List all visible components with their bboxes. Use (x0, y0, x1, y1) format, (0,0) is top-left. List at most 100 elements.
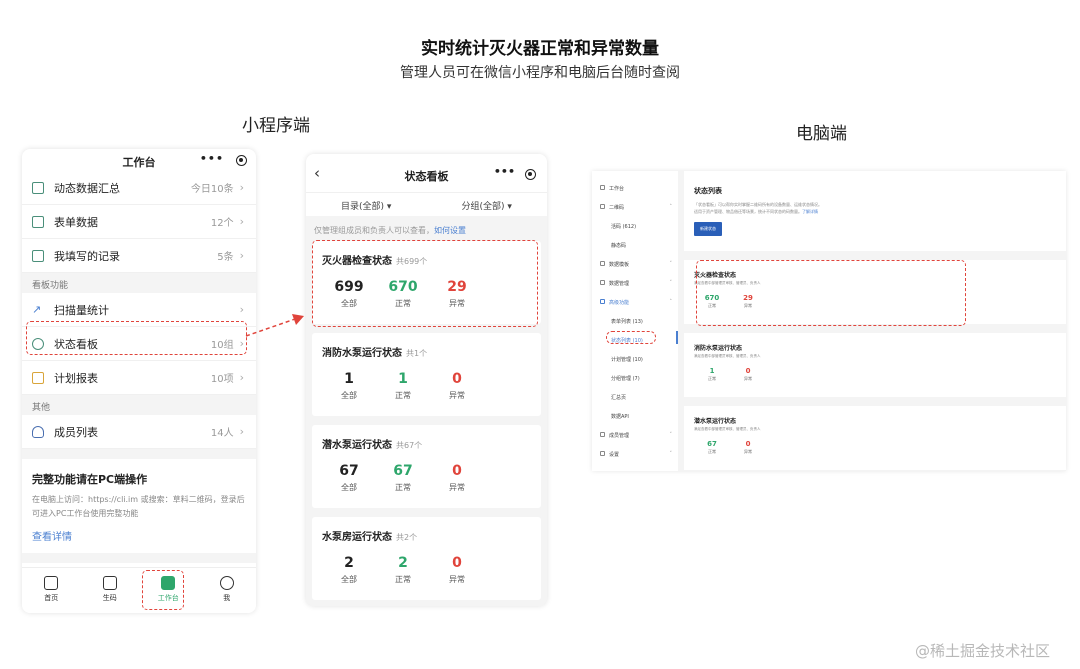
stat-normal: 67 (707, 440, 717, 448)
watermark: @稀土掘金技术社区 (915, 642, 1051, 660)
status-list-header: 状态列表 「状态看板」可以帮你实时掌握二维码所有的设备数量、运维状态情况。 适用… (684, 171, 1066, 251)
page: 实时统计灭火器正常和异常数量 管理人员可在微信小程序和电脑后台随时查阅 小程序端… (0, 0, 1080, 669)
new-status-button[interactable]: 新建状态 (694, 222, 722, 236)
card-count: 共2个 (396, 533, 418, 542)
sidebar-label: 静态码 (611, 243, 627, 249)
sidebar-item[interactable]: 设置 ˅ (592, 445, 678, 464)
tab-generate[interactable]: 生码 (81, 568, 140, 613)
status-list-desc: 「状态看板」可以帮你实时掌握二维码所有的设备数量、运维状态情况。 适用于资产管理… (694, 201, 1056, 215)
stat-abnormal: 0 (452, 555, 462, 571)
stat-total: 67 (339, 463, 359, 479)
more-icon[interactable]: ••• (200, 152, 224, 165)
stat-label: 异常 (449, 575, 465, 584)
stat-label: 异常 (744, 376, 752, 381)
sidebar-item[interactable]: 计划管理 (10) (592, 350, 678, 369)
notice-text: 仅管理组成员和负责人可以查看， (314, 226, 434, 235)
filter-group[interactable]: 分组(全部) ▾ (427, 193, 548, 216)
status-card[interactable]: 潜水泵运行状态 共67个 67 全部 67 正常 0 异常 (312, 425, 541, 508)
row-my-records[interactable]: 我填写的记录 5条 › (22, 239, 256, 273)
stat-normal: 1 (398, 371, 408, 387)
pc-sidebar: 工作台 二维码 ˄ 活码 (612) 静态码 数据模板 ˅ 数据管理 ˅ 高级功能 ˄ … (592, 171, 678, 471)
status-card[interactable]: 消防水泵运行状态 共1个 1 全部 1 正常 0 异常 (312, 333, 541, 416)
sidebar-item[interactable]: 表单列表 (13) (592, 312, 678, 331)
notice-link[interactable]: 如何设置 (434, 226, 466, 235)
stat-abnormal: 0 (745, 440, 751, 448)
row-label: 动态数据汇总 (54, 181, 120, 195)
card-count: 共67个 (396, 441, 423, 450)
plan-icon (32, 371, 44, 384)
desc-line: 适用于资产管理、物品借还等场景，统计不同状态的码数量。 (694, 209, 802, 214)
phone2-header: ‹ 状态看板 ••• (306, 154, 547, 192)
row-plan-report[interactable]: 计划报表 10项 › (22, 361, 256, 395)
status-list-title: 状态列表 (694, 187, 722, 195)
card-title: 潜水泵运行状态 共67个 (322, 436, 531, 451)
sidebar-item[interactable]: 汇总页 (592, 388, 678, 407)
filter-directory[interactable]: 目录(全部) ▾ (306, 193, 427, 216)
sidebar-item[interactable]: 工作台 (592, 179, 678, 198)
sidebar-item[interactable]: 活码 (612) (592, 217, 678, 236)
chevron-icon: ˄ (669, 204, 673, 210)
pc-status-card[interactable]: 潜水泵运行状态 满足查看中部管理员审核、管理员、负责人 67 正常 0 异常 (684, 406, 1066, 470)
page-subtitle: 管理人员可在微信小程序和电脑后台随时查阅 (400, 65, 680, 81)
stat-label: 全部 (341, 483, 357, 492)
row-form-data[interactable]: 表单数据 12个 › (22, 205, 256, 239)
stat-label: 正常 (395, 575, 411, 584)
sidebar-label: 二维码 (609, 205, 625, 211)
sidebar-item[interactable]: 二维码 ˄ (592, 198, 678, 217)
tab-me[interactable]: 我 (198, 568, 257, 613)
card-stats: 67 全部 67 正常 0 异常 (322, 463, 531, 493)
desc-link[interactable]: 了解详情 (802, 209, 818, 214)
sidebar-item[interactable]: 高级功能 ˄ (592, 293, 678, 312)
chevron-icon: ˅ (669, 451, 673, 457)
sidebar-label: 活码 (612) (611, 224, 637, 230)
sidebar-item[interactable]: 静态码 (592, 236, 678, 255)
nav-icon (600, 185, 605, 190)
card-stats: 2 全部 2 正常 0 异常 (322, 555, 531, 585)
active-indicator (676, 331, 678, 344)
stat-label: 正常 (395, 391, 411, 400)
card-desc: 满足查看中部管理员审核、管理员、负责人 (694, 427, 761, 431)
promo-link[interactable]: 查看详情 (32, 528, 246, 543)
close-target-icon[interactable] (525, 169, 536, 180)
phone1-header: 工作台 ••• (22, 149, 256, 171)
stat-normal: 2 (398, 555, 408, 571)
card-title-text: 潜水泵运行状态 (322, 440, 392, 451)
card-title: 消防水泵运行状态 (694, 345, 743, 352)
more-icon[interactable]: ••• (494, 165, 515, 178)
sidebar-item[interactable]: 数据API (592, 407, 678, 426)
pc-promo: 完整功能请在PC端操作 在电脑上访问：https://cli.im 或搜索：草料… (22, 459, 256, 563)
chart-icon (32, 181, 44, 194)
sidebar-item[interactable]: 成员管理 ˅ (592, 426, 678, 445)
promo-text: 在电脑上访问：https://cli.im 或搜索：草料二维码，登录后可进入PC… (32, 495, 245, 518)
status-card[interactable]: 水泵房运行状态 共2个 2 全部 2 正常 0 异常 (312, 517, 541, 600)
filters: 目录(全部) ▾ 分组(全部) ▾ (306, 192, 547, 216)
home-icon (44, 576, 59, 590)
sidebar-item[interactable]: 数据管理 ˅ (592, 274, 678, 293)
row-member-list[interactable]: 成员列表 14人 › (22, 415, 256, 449)
tab-home[interactable]: 首页 (22, 568, 81, 613)
tab-bar: 首页 生码 工作台 我 (22, 567, 256, 613)
sidebar-item[interactable]: 分组管理 (7) (592, 369, 678, 388)
stat-label: 正常 (395, 483, 411, 492)
highlight-pc-extinguisher-card (696, 260, 966, 326)
chevron-right-icon: › (239, 181, 244, 194)
pc-status-card[interactable]: 消防水泵运行状态 满足查看中部管理员审核、管理员、负责人 1 正常 0 异常 (684, 333, 1066, 397)
card-desc: 满足查看中部管理员审核、管理员、负责人 (694, 354, 761, 358)
stat-total: 1 (344, 371, 354, 387)
nav-icon (600, 299, 605, 304)
chevron-right-icon: › (239, 249, 244, 262)
stat-normal: 67 (393, 463, 413, 479)
row-dynamic-summary[interactable]: 动态数据汇总 今日10条 › (22, 171, 256, 205)
chevron-icon: ˅ (669, 261, 673, 267)
sidebar-label: 数据模板 (609, 262, 630, 268)
card-title-text: 水泵房运行状态 (322, 532, 392, 543)
close-target-icon[interactable] (236, 155, 247, 166)
tab-label: 我 (223, 594, 231, 602)
chevron-right-icon: › (239, 371, 244, 384)
sidebar-label: 设置 (609, 452, 620, 458)
card-count: 共1个 (406, 349, 428, 358)
row-label: 扫描量统计 (54, 303, 109, 317)
sidebar-label: 分组管理 (7) (611, 376, 640, 382)
arrow-icon (245, 314, 304, 337)
sidebar-item[interactable]: 数据模板 ˅ (592, 255, 678, 274)
